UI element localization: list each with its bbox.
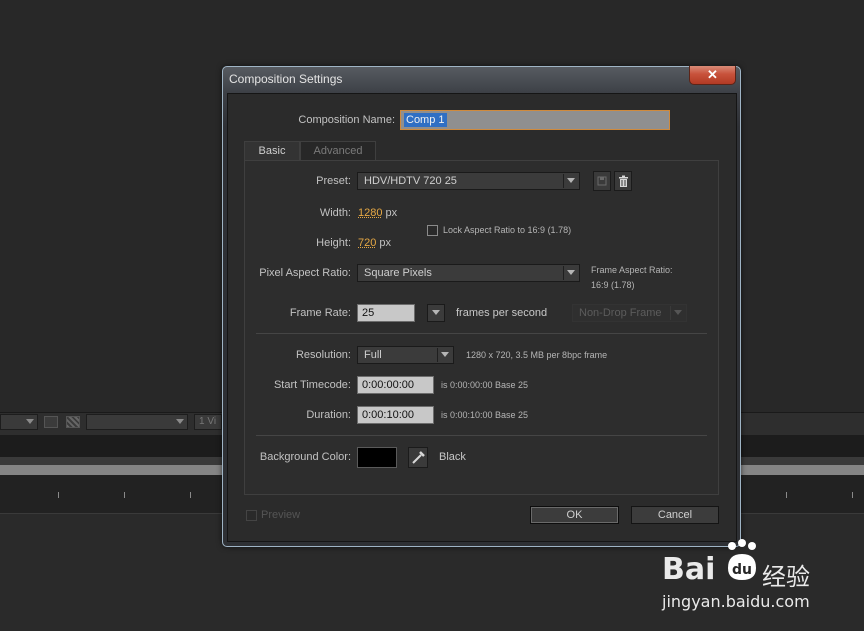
height-value[interactable]: 720: [358, 237, 376, 249]
background-color-swatch[interactable]: [357, 447, 397, 468]
delete-preset-button[interactable]: [614, 171, 632, 191]
resolution-label: Resolution:: [270, 349, 351, 361]
width-field[interactable]: 1280 px: [358, 207, 397, 219]
frame-rate-unit: frames per second: [456, 307, 547, 319]
preset-label: Preset:: [270, 175, 351, 187]
width-unit: px: [386, 207, 398, 219]
width-value[interactable]: 1280: [358, 207, 382, 219]
save-preset-button[interactable]: [593, 171, 611, 191]
chevron-down-icon: [567, 178, 575, 183]
ruler-tick: [786, 492, 787, 498]
ok-button[interactable]: OK: [530, 506, 619, 524]
resolution-dropdown[interactable]: Full: [357, 346, 454, 364]
toolbar-dropdown-resolution[interactable]: [86, 414, 188, 430]
chevron-down-icon: [176, 419, 184, 424]
chevron-down-icon: [432, 310, 440, 315]
preview-label: Preview: [261, 509, 300, 521]
ruler-tick: [58, 492, 59, 498]
background-color-label: Background Color:: [246, 451, 351, 463]
start-timecode-input[interactable]: 0:00:00:00: [357, 376, 434, 394]
pixel-aspect-value: Square Pixels: [364, 267, 432, 279]
height-unit: px: [379, 237, 391, 249]
preset-value: HDV/HDTV 720 25: [364, 175, 457, 187]
frame-aspect-label: Frame Aspect Ratio:: [591, 265, 673, 275]
duration-label: Duration:: [270, 409, 351, 421]
resolution-value: Full: [364, 349, 382, 361]
section-divider: [256, 435, 707, 436]
start-timecode-label: Start Timecode:: [256, 379, 351, 391]
watermark-brand-right: 经验: [762, 557, 810, 592]
lock-aspect-checkbox[interactable]: [427, 225, 438, 236]
background-color-name: Black: [439, 451, 466, 463]
chevron-down-icon: [567, 270, 575, 275]
cancel-button[interactable]: Cancel: [631, 506, 719, 524]
chevron-down-icon: [674, 310, 682, 315]
height-label: Height:: [270, 237, 351, 249]
transparency-grid-icon[interactable]: [66, 416, 80, 428]
toolbar-dropdown-zoom[interactable]: [0, 414, 38, 430]
section-divider: [256, 333, 707, 334]
composition-name-input[interactable]: Comp 1: [400, 110, 670, 130]
frame-rate-dropdown[interactable]: [427, 304, 445, 322]
tab-basic[interactable]: Basic: [244, 141, 300, 160]
baidu-paw-logo-icon: du: [722, 538, 762, 584]
preset-dropdown[interactable]: HDV/HDTV 720 25: [357, 172, 580, 190]
views-label: 1 Vi: [199, 416, 216, 427]
svg-text:du: du: [732, 562, 752, 578]
duration-input[interactable]: 0:00:10:00: [357, 406, 434, 424]
preview-checkbox[interactable]: [246, 510, 257, 521]
eyedropper-icon: [409, 448, 427, 467]
composition-name-value: Comp 1: [404, 113, 447, 127]
width-label: Width:: [270, 207, 351, 219]
ruler-tick: [124, 492, 125, 498]
region-of-interest-icon[interactable]: [44, 416, 58, 428]
watermark-url: jingyan.baidu.com: [662, 592, 810, 611]
close-icon: ✕: [707, 67, 718, 82]
trash-icon: [615, 172, 631, 190]
duration-info: is 0:00:10:00 Base 25: [441, 410, 528, 420]
drop-frame-value: Non-Drop Frame: [579, 307, 662, 319]
composition-name-label: Composition Name:: [268, 114, 395, 126]
frame-aspect-value: 16:9 (1.78): [591, 280, 635, 290]
dialog-title: Composition Settings: [229, 72, 342, 86]
frame-rate-input[interactable]: 25: [357, 304, 415, 322]
tab-advanced[interactable]: Advanced: [300, 141, 376, 160]
resolution-info: 1280 x 720, 3.5 MB per 8bpc frame: [466, 350, 607, 360]
chevron-down-icon: [441, 352, 449, 357]
height-field[interactable]: 720 px: [358, 237, 391, 249]
chevron-down-icon: [26, 419, 34, 424]
frame-rate-label: Frame Rate:: [270, 307, 351, 319]
pixel-aspect-dropdown[interactable]: Square Pixels: [357, 264, 580, 282]
pixel-aspect-label: Pixel Aspect Ratio:: [246, 267, 351, 279]
drop-frame-dropdown: Non-Drop Frame: [572, 304, 687, 322]
save-preset-icon: [594, 172, 610, 190]
start-timecode-info: is 0:00:00:00 Base 25: [441, 380, 528, 390]
ruler-tick: [852, 492, 853, 498]
eyedropper-button[interactable]: [408, 447, 428, 468]
watermark-brand-left: Bai: [662, 552, 715, 587]
watermark-brand: Bai: [662, 552, 715, 587]
lock-aspect-label: Lock Aspect Ratio to 16:9 (1.78): [443, 225, 571, 235]
ruler-tick: [190, 492, 191, 498]
close-button[interactable]: ✕: [689, 66, 736, 85]
